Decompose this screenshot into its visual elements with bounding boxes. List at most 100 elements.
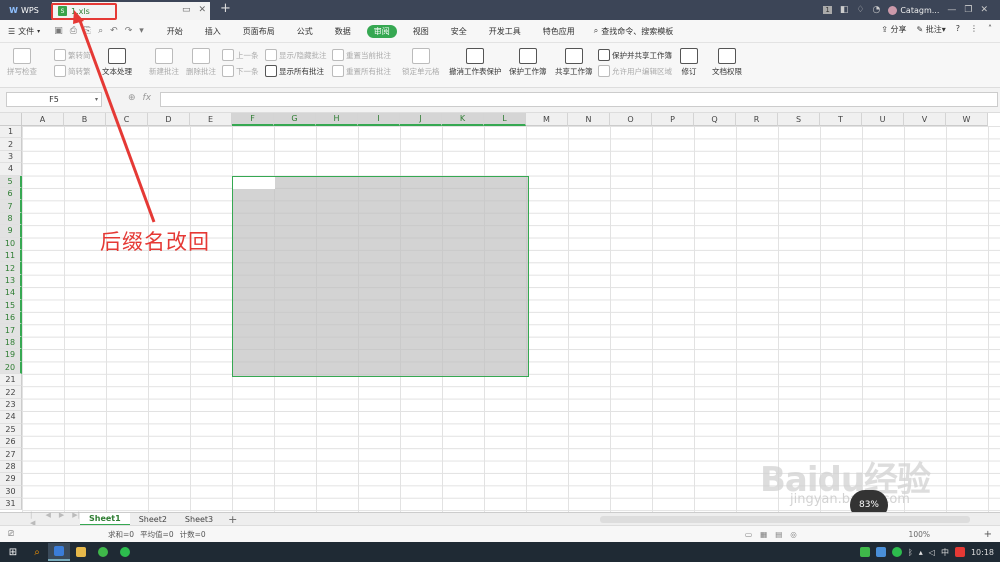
column-header-T[interactable]: T (820, 113, 862, 126)
show-all-comments-button[interactable]: 显示所有批注 (265, 65, 324, 77)
user-account[interactable]: Catagm... (888, 5, 939, 15)
row-header-24[interactable]: 24 (0, 411, 22, 424)
column-header-I[interactable]: I (358, 113, 400, 126)
windows-start-icon[interactable]: ⊞ (0, 547, 26, 558)
row-header-3[interactable]: 3 (0, 150, 22, 164)
column-header-L[interactable]: L (484, 113, 526, 126)
row-header-25[interactable]: 25 (0, 423, 22, 436)
save-icon[interactable]: ▣ (54, 26, 63, 36)
delete-comment-button[interactable]: 删除批注 (186, 48, 216, 77)
search-icon[interactable]: ⌕ (26, 543, 48, 561)
undo-icon[interactable]: ↶ (110, 26, 118, 36)
row-header-18[interactable]: 18 (0, 336, 22, 350)
column-header-K[interactable]: K (442, 113, 484, 126)
row-header-21[interactable]: 21 (0, 374, 22, 387)
new-comment-button[interactable]: 新建批注 (149, 48, 179, 77)
column-header-B[interactable]: B (64, 113, 106, 126)
zoom-icon[interactable]: ⊕ (128, 93, 136, 103)
column-header-H[interactable]: H (316, 113, 358, 126)
spell-check-button[interactable]: 拼写检查 (7, 48, 37, 77)
row-header-10[interactable]: 10 (0, 237, 22, 250)
wechat-icon[interactable] (114, 543, 136, 561)
row-header-4[interactable]: 4 (0, 163, 22, 176)
select-all-corner[interactable] (0, 113, 22, 126)
tab-3[interactable]: 公式 (286, 26, 324, 37)
chat-app-icon[interactable] (92, 543, 114, 561)
row-header-28[interactable]: 28 (0, 460, 22, 474)
allow-edit-ranges-button[interactable]: 允许用户编辑区域 (598, 65, 672, 77)
horizontal-scrollbar[interactable] (600, 516, 970, 523)
row-header-12[interactable]: 12 (0, 262, 22, 275)
reading-mode-icon[interactable]: ◎ (790, 530, 797, 539)
sheet-tab-sheet3[interactable]: Sheet3 (176, 513, 222, 526)
close-window-icon[interactable]: ✕ (980, 5, 988, 15)
export-icon[interactable]: ⎙ (70, 26, 77, 36)
row-header-16[interactable]: 16 (0, 312, 22, 325)
row-header-26[interactable]: 26 (0, 436, 22, 449)
trad-to-simp-button[interactable]: 繁转简 (54, 49, 91, 61)
folder-icon[interactable] (70, 543, 92, 561)
wps-app-tab[interactable]: W WPS (0, 0, 48, 20)
sheet-tab-sheet2[interactable]: Sheet2 (130, 513, 176, 526)
skin-icon[interactable]: ◧ (840, 5, 849, 15)
row-header-9[interactable]: 9 (0, 225, 22, 238)
page-layout-icon[interactable]: ▦ (760, 530, 767, 539)
column-header-D[interactable]: D (148, 113, 190, 126)
text-process-button[interactable]: 文本处理 (102, 48, 132, 77)
selected-range[interactable] (232, 176, 529, 377)
column-header-E[interactable]: E (190, 113, 232, 126)
row-header-1[interactable]: 1 (0, 126, 22, 139)
column-header-P[interactable]: P (652, 113, 694, 126)
column-header-M[interactable]: M (526, 113, 568, 126)
protect-workbook-button[interactable]: 保护工作簿 (509, 48, 547, 77)
tab-6[interactable]: 视图 (402, 26, 440, 37)
macro-icon[interactable]: ⎚ (8, 529, 14, 539)
column-header-O[interactable]: O (610, 113, 652, 126)
ime-indicator[interactable]: 中 (941, 547, 949, 558)
tray-shield-icon[interactable] (875, 547, 886, 557)
column-header-C[interactable]: C (106, 113, 148, 126)
tab-4[interactable]: 数据 (324, 26, 362, 37)
tab-1[interactable]: 插入 (194, 26, 232, 37)
row-header-19[interactable]: 19 (0, 349, 22, 362)
help-button[interactable]: ? (956, 24, 960, 35)
column-header-F[interactable]: F (232, 113, 274, 126)
tab-5[interactable]: 审阅 (366, 24, 397, 38)
share-button[interactable]: ⇪ 分享 (881, 24, 906, 35)
formula-input[interactable] (160, 92, 998, 107)
close-tab-icon[interactable]: ✕ (198, 5, 206, 15)
redo-icon[interactable]: ↷ (125, 26, 133, 36)
row-header-15[interactable]: 15 (0, 299, 22, 312)
profile-icon[interactable]: ◔ (872, 5, 880, 15)
tray-app-icon[interactable] (859, 547, 870, 557)
row-header-20[interactable]: 20 (0, 361, 22, 374)
page-break-icon[interactable]: ▤ (775, 530, 782, 539)
tab-9[interactable]: 特色应用 (532, 26, 586, 37)
column-header-W[interactable]: W (946, 113, 988, 126)
row-header-27[interactable]: 27 (0, 448, 22, 461)
column-header-J[interactable]: J (400, 113, 442, 126)
column-header-N[interactable]: N (568, 113, 610, 126)
active-cell[interactable] (233, 177, 275, 189)
share-workbook-button[interactable]: 共享工作簿 (555, 48, 593, 77)
row-header-17[interactable]: 17 (0, 324, 22, 337)
restore-icon[interactable]: ❐ (964, 5, 972, 15)
row-header-13[interactable]: 13 (0, 274, 22, 288)
normal-view-icon[interactable]: ▭ (745, 530, 752, 539)
file-menu[interactable]: ☰ 文件 ▾ (0, 26, 48, 37)
lock-cell-button[interactable]: 锁定单元格 (402, 48, 440, 77)
row-header-8[interactable]: 8 (0, 212, 22, 226)
simp-to-trad-button[interactable]: 简转繁 (54, 65, 91, 77)
column-header-U[interactable]: U (862, 113, 904, 126)
chevron-down-icon[interactable]: ▾ (95, 96, 98, 103)
protect-and-share-button[interactable]: 保护并共享工作簿 (598, 49, 672, 61)
row-header-23[interactable]: 23 (0, 398, 22, 412)
collapse-ribbon-icon[interactable]: ˄ (988, 24, 992, 35)
network-icon[interactable]: ▴ (919, 548, 923, 557)
column-header-A[interactable]: A (22, 113, 64, 126)
bell-icon[interactable]: ♢ (856, 5, 864, 15)
show-hide-comment-button[interactable]: 显示/隐藏批注 (265, 49, 327, 61)
volume-icon[interactable]: ◁ (929, 548, 935, 557)
next-comment-button[interactable]: 下一条 (222, 65, 259, 77)
row-header-29[interactable]: 29 (0, 473, 22, 486)
